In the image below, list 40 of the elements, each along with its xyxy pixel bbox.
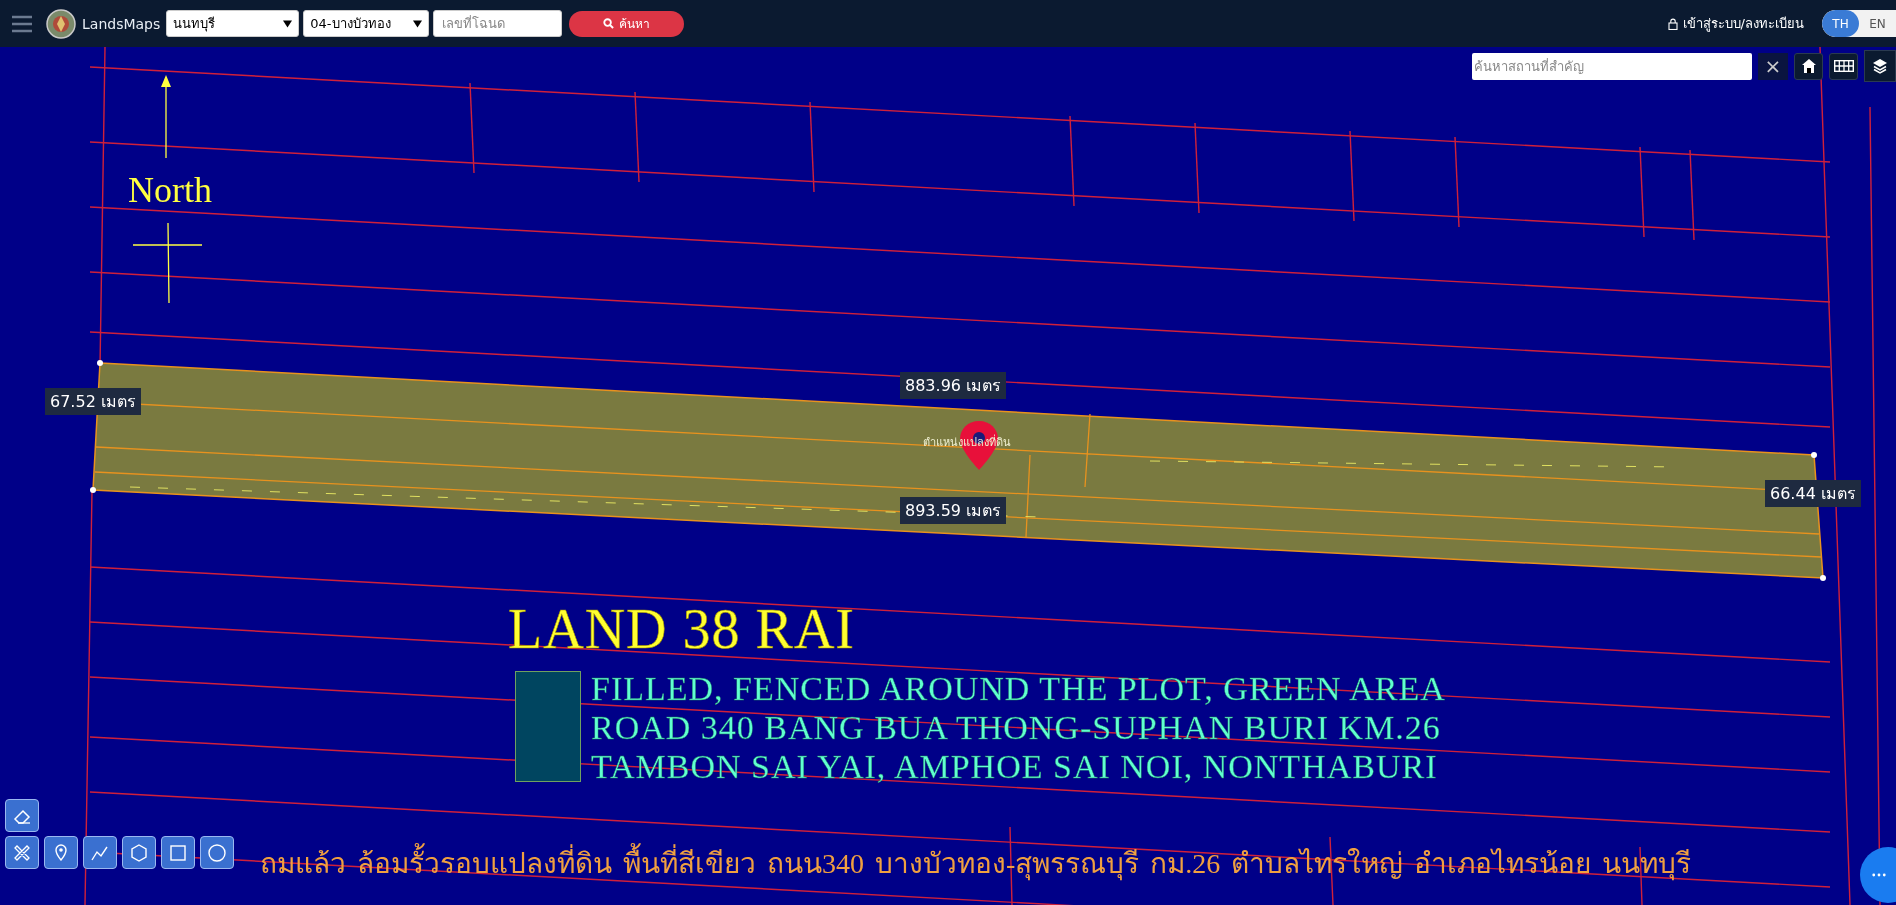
- rectangle-tool-button[interactable]: [161, 836, 195, 869]
- language-tab[interactable]: TH: [1822, 10, 1859, 37]
- grid-icon: [1833, 60, 1854, 72]
- distance-label: 66.44 เมตร: [1765, 480, 1861, 507]
- clear-button[interactable]: ×: [1758, 52, 1788, 80]
- marker-tool-button[interactable]: [44, 836, 78, 869]
- map-background[interactable]: [0, 47, 1896, 905]
- layers-icon: [1872, 58, 1888, 74]
- circle-tool-button[interactable]: [200, 836, 234, 869]
- app-name: LandsMaps: [82, 15, 161, 32]
- search-icon: [603, 18, 615, 29]
- menu-icon[interactable]: [10, 14, 34, 33]
- place-search-field[interactable]: ค้นหาสถานที่สำคัญ: [1472, 52, 1752, 80]
- distance-label: 893.59 เมตร: [900, 497, 1007, 524]
- line-tool-button[interactable]: [83, 836, 117, 869]
- distance-label: 883.96 เมตร: [900, 372, 1007, 399]
- more-icon: [1872, 873, 1886, 877]
- province-dropdown[interactable]: นนทบุรี: [166, 10, 300, 37]
- search-button[interactable]: ค้นหา: [569, 10, 685, 37]
- polygon-icon: [129, 842, 149, 863]
- grid-button[interactable]: [1829, 52, 1858, 80]
- rectangle-icon: [168, 842, 188, 863]
- caret-icon: [413, 19, 423, 28]
- login-link[interactable]: เข้าสู่ระบบ/ลงทะเบียน: [1667, 13, 1804, 34]
- polygon-tool-button[interactable]: [122, 836, 156, 869]
- measure-tool-button[interactable]: [5, 836, 39, 869]
- home-icon: [1800, 58, 1817, 74]
- caret-icon: [283, 19, 293, 28]
- deed-number-field[interactable]: เลขที่โฉนด: [433, 10, 563, 37]
- district-dropdown[interactable]: 04-บางบัวทอง: [303, 10, 430, 37]
- distance-label: 67.52 เมตร: [45, 388, 141, 415]
- lock-icon: [1667, 17, 1678, 30]
- north-label: North: [128, 169, 212, 211]
- emblem-icon: [46, 8, 76, 39]
- circle-icon: [207, 842, 227, 863]
- home-button[interactable]: [1794, 52, 1823, 80]
- crosshair-icon: [132, 222, 203, 304]
- title-text: LAND 38 RAI: [508, 599, 856, 659]
- eraser-button[interactable]: [5, 799, 39, 832]
- layers-button[interactable]: [1864, 50, 1896, 82]
